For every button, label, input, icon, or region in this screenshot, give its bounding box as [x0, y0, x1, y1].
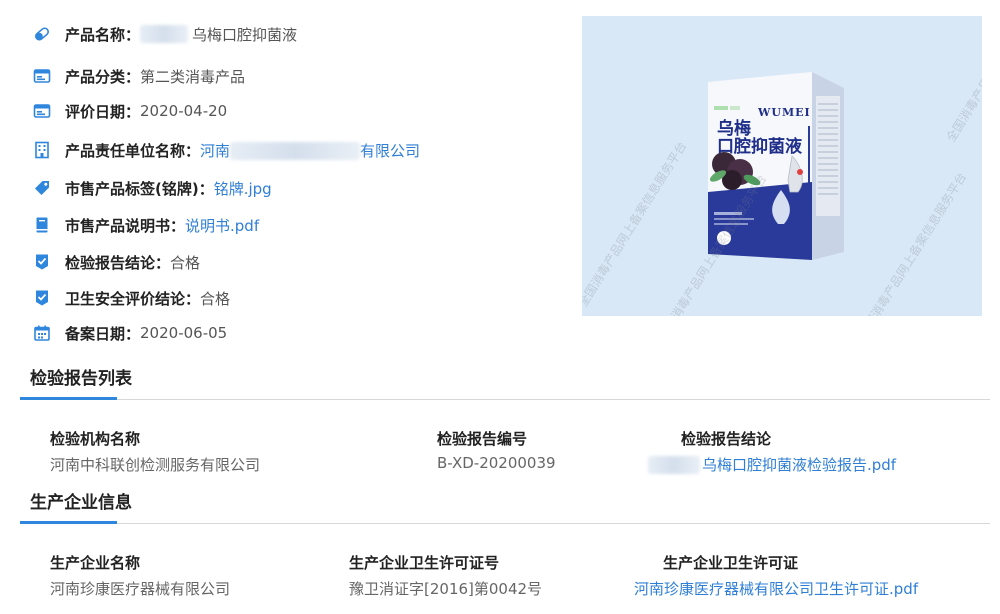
product-name-value: 乌梅口腔抑菌液 [192, 25, 298, 44]
inspection-report-link[interactable]: 乌梅口腔抑菌液检验报告.pdf [648, 454, 896, 475]
check-badge-icon [33, 253, 51, 271]
company-label: 产品责任单位名称： [65, 141, 201, 160]
inspection-org-value: 河南中科联创检测服务有限公司 [50, 456, 261, 474]
product-category-row: 产品分类： 第二类消毒产品 [33, 64, 245, 88]
calendar-icon [33, 324, 51, 342]
license-number-value: 豫卫消证字[2016]第0042号 [349, 580, 543, 598]
filing-date-label: 备案日期： [65, 324, 141, 343]
product-image[interactable]: 乌梅 口腔抑菌液 WUMEI 全国消毒产品网上备案信息服务平台 全国消毒产品网上… [582, 16, 982, 316]
manual-label: 市售产品说明书： [65, 216, 186, 235]
tag-link[interactable]: 铭牌.jpg [214, 178, 272, 199]
tag-row: 市售产品标签(铭牌)： 铭牌.jpg [33, 176, 272, 200]
box-title: 乌梅 口腔抑菌液 [717, 120, 802, 156]
report-conclusion-value: 合格 [170, 253, 201, 272]
manual-row: 市售产品说明书： 说明书.pdf [33, 213, 259, 237]
section-accent [20, 397, 117, 400]
safety-conclusion-row: 卫生安全评价结论： 合格 [33, 286, 230, 310]
col-header-org: 检验机构名称 [50, 430, 141, 448]
card-icon [33, 102, 51, 120]
book-icon [33, 216, 51, 234]
product-category-value: 第二类消毒产品 [140, 67, 246, 86]
product-name-row: 产品名称： 乌梅口腔抑菌液 [33, 22, 297, 46]
license-link[interactable]: 河南珍康医疗器械有限公司卫生许可证.pdf [634, 578, 918, 599]
manual-link[interactable]: 说明书.pdf [185, 215, 259, 236]
check-badge-icon [33, 289, 51, 307]
company-link[interactable]: 河南 有限公司 [200, 140, 420, 161]
card-icon [33, 67, 51, 85]
box-title-line-1: 乌梅 [717, 119, 751, 139]
tag-icon [33, 179, 51, 197]
filing-date-row: 备案日期： 2020-06-05 [33, 321, 227, 345]
building-icon [33, 141, 51, 159]
safety-conclusion-label: 卫生安全评价结论： [65, 289, 201, 308]
eval-date-row: 评价日期： 2020-04-20 [33, 99, 227, 123]
col-header-license: 生产企业卫生许可证 [663, 554, 799, 572]
inspection-section-title: 检验报告列表 [30, 369, 132, 389]
company-row: 产品责任单位名称： 河南 有限公司 [33, 138, 420, 162]
col-header-report-conclusion: 检验报告结论 [681, 430, 772, 448]
box-brand: WUMEI [758, 106, 811, 119]
product-category-label: 产品分类： [65, 67, 141, 86]
tag-label: 市售产品标签(铭牌)： [65, 179, 214, 198]
divider [20, 399, 990, 400]
report-conclusion-row: 检验报告结论： 合格 [33, 250, 200, 274]
redacted-text [140, 25, 189, 43]
product-box-illustration [582, 16, 982, 316]
col-header-report-number: 检验报告编号 [437, 430, 528, 448]
inspection-report-link-text[interactable]: 乌梅口腔抑菌液检验报告.pdf [702, 454, 896, 475]
col-header-license-number: 生产企业卫生许可证号 [349, 554, 500, 572]
divider [20, 523, 990, 524]
company-suffix: 有限公司 [360, 141, 421, 160]
redacted-text [648, 455, 700, 474]
inspection-number-value: B-XD-20200039 [437, 454, 556, 472]
safety-conclusion-value: 合格 [200, 289, 231, 308]
eval-date-value: 2020-04-20 [140, 102, 228, 120]
redacted-text [230, 142, 361, 160]
section-accent [20, 521, 117, 524]
manufacturer-name-value: 河南珍康医疗器械有限公司 [50, 580, 231, 598]
filing-date-value: 2020-06-05 [140, 324, 228, 342]
report-conclusion-label: 检验报告结论： [65, 253, 171, 272]
pill-icon [33, 25, 51, 43]
company-prefix: 河南 [200, 141, 231, 160]
eval-date-label: 评价日期： [65, 102, 141, 121]
box-title-line-2: 口腔抑菌液 [717, 137, 802, 157]
product-name-label: 产品名称： [65, 25, 141, 44]
col-header-manufacturer-name: 生产企业名称 [50, 554, 141, 572]
manufacturer-section-title: 生产企业信息 [30, 493, 132, 513]
